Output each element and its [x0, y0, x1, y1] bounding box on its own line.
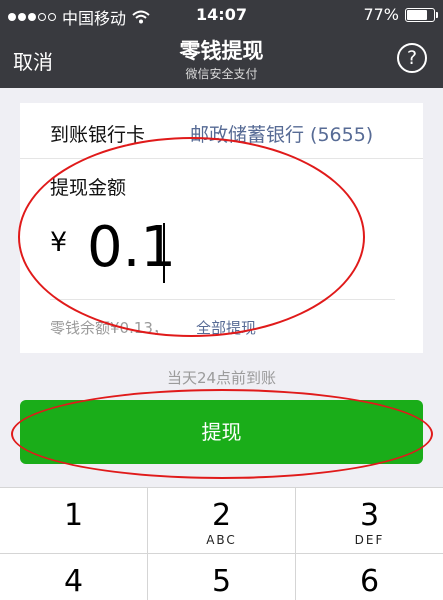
key-number: 4 — [63, 564, 84, 599]
withdraw-card: 到账银行卡 邮政储蓄银行 (5655) 提现金额 ¥ 0.1 零钱余额¥0.13… — [20, 103, 423, 353]
withdraw-all-link[interactable]: 全部提现 — [196, 317, 256, 338]
key-1[interactable]: 1 — [0, 488, 148, 554]
key-number: 3 — [359, 498, 380, 533]
numeric-keypad: 1 2 ABC 3 DEF 4 5 6 — [0, 487, 443, 600]
battery-percent: 77% — [363, 5, 399, 24]
bank-card-name[interactable]: 邮政储蓄银行 (5655) — [190, 120, 373, 147]
page-title: 零钱提现 — [179, 39, 264, 63]
amount-label: 提现金额 — [50, 177, 127, 199]
nav-bar: 取消 零钱提现 微信安全支付 ? — [0, 30, 443, 88]
status-right: 77% — [363, 5, 438, 24]
key-letters: DEF — [354, 533, 385, 547]
bank-card-row[interactable]: 到账银行卡 邮政储蓄银行 (5655) — [20, 103, 423, 159]
page-subtitle: 微信安全支付 — [185, 67, 258, 81]
key-letters: ABC — [206, 533, 237, 547]
key-number: 5 — [211, 564, 232, 599]
withdraw-button[interactable]: 提现 — [20, 400, 423, 464]
key-number: 2 — [211, 498, 232, 533]
key-4[interactable]: 4 — [0, 554, 148, 600]
divider — [50, 299, 395, 300]
battery-icon — [405, 7, 438, 22]
text-cursor — [163, 223, 165, 283]
currency-symbol: ¥ — [50, 227, 68, 258]
bank-card-label: 到账银行卡 — [50, 124, 146, 146]
key-5[interactable]: 5 — [148, 554, 296, 600]
help-icon[interactable]: ? — [397, 43, 427, 73]
key-6[interactable]: 6 — [296, 554, 443, 600]
status-bar: 中国移动 14:07 77% — [0, 0, 443, 30]
key-2[interactable]: 2 ABC — [148, 488, 296, 554]
balance-text: 零钱余额¥0.13， — [50, 319, 168, 337]
arrival-note: 当天24点前到账 — [166, 369, 277, 387]
key-3[interactable]: 3 DEF — [296, 488, 443, 554]
key-number: 1 — [63, 498, 84, 533]
key-number: 6 — [359, 564, 380, 599]
